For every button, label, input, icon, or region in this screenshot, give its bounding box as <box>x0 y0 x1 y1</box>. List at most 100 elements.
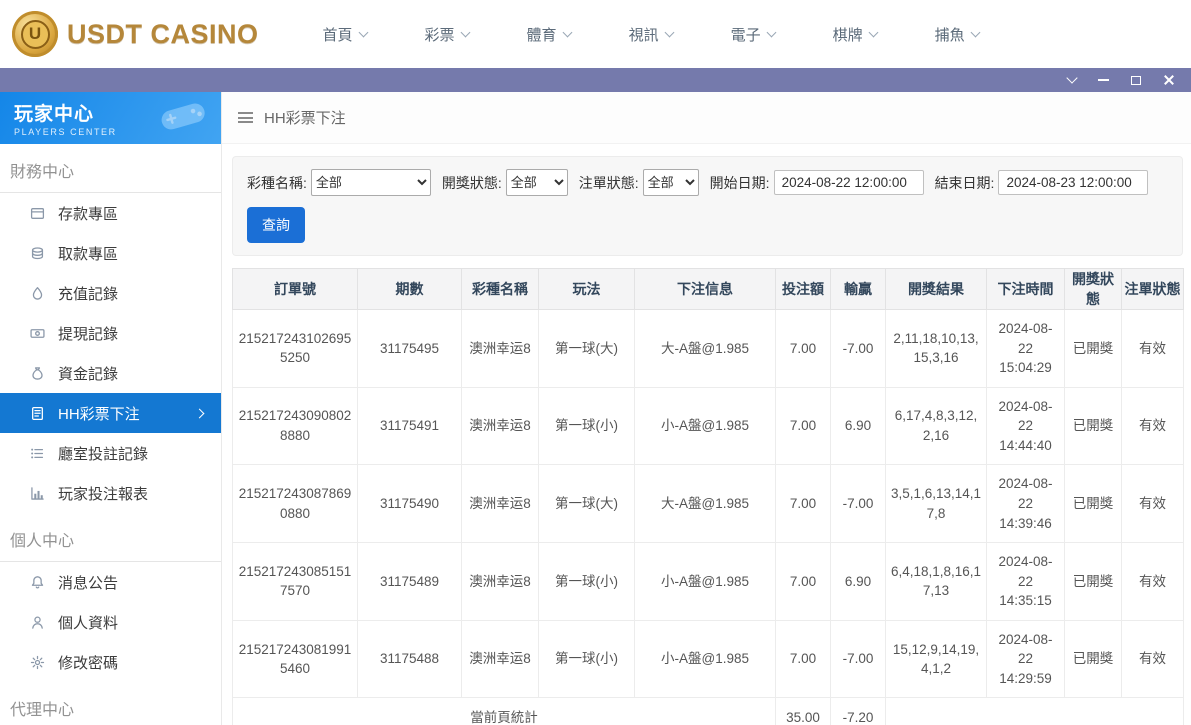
chevron-down-icon <box>766 27 776 37</box>
bet-info-cell: 小-A盤@1.985 <box>635 620 776 698</box>
sidebar-item-player-bet-report[interactable]: 玩家投注報表 <box>0 473 221 513</box>
column-header-time: 下注時間 <box>987 269 1065 310</box>
sidebar-item-label: 取款專區 <box>58 243 118 264</box>
bet-info-cell: 小-A盤@1.985 <box>635 387 776 465</box>
maximize-icon[interactable] <box>1131 76 1141 85</box>
page-summary-empty <box>886 698 1184 725</box>
page-title: HH彩票下注 <box>264 107 346 128</box>
amount-cell: 7.00 <box>776 387 831 465</box>
lottery-cell: 澳洲幸运8 <box>462 310 539 388</box>
sidebar-item-cashout-record[interactable]: 提現記錄 <box>0 313 221 353</box>
sidebar-item-funds-record[interactable]: 資金記錄 <box>0 353 221 393</box>
play-cell: 第一球(小) <box>539 543 635 621</box>
draw-status-label: 開獎狀態: <box>442 173 502 193</box>
lottery-cell: 澳洲幸运8 <box>462 387 539 465</box>
result-cell: 6,17,4,8,3,12,2,16 <box>886 387 987 465</box>
main-menu: 首頁 彩票 體育 視訊 電子 棋牌 捕魚 <box>323 24 979 45</box>
sidebar-item-deposit[interactable]: 存款專區 <box>0 193 221 233</box>
game-controller-icon <box>155 98 211 139</box>
column-header-order: 訂單號 <box>233 269 358 310</box>
order-status-cell: 有效 <box>1122 310 1184 388</box>
person-icon <box>30 615 45 630</box>
start-date-input[interactable] <box>774 170 924 195</box>
draw-status-cell: 已開獎 <box>1065 620 1122 698</box>
menu-item-electronic[interactable]: 電子 <box>731 24 775 45</box>
table-row: 2152172431026955250 31175495 澳洲幸运8 第一球(大… <box>233 310 1184 388</box>
amount-cell: 7.00 <box>776 465 831 543</box>
menu-item-fishing[interactable]: 捕魚 <box>935 24 979 45</box>
page-summary-label: 當前頁統計 <box>233 698 776 725</box>
deposit-icon <box>30 206 45 221</box>
time-cell: 2024-08-22 15:04:29 <box>987 310 1065 388</box>
menu-item-video[interactable]: 視訊 <box>629 24 673 45</box>
logo[interactable]: U USDT CASINO <box>12 11 259 57</box>
top-navbar: U USDT CASINO 首頁 彩票 體育 視訊 電子 棋牌 捕魚 <box>0 0 1191 68</box>
sidebar-item-recharge-record[interactable]: 充值記錄 <box>0 273 221 313</box>
breadcrumb: HH彩票下注 <box>222 92 1191 144</box>
draw-status-select[interactable]: 全部 <box>506 169 568 196</box>
list-icon <box>30 446 45 461</box>
gear-icon <box>30 655 45 670</box>
menu-item-lottery[interactable]: 彩票 <box>425 24 469 45</box>
end-date-label: 結束日期: <box>935 173 995 193</box>
play-cell: 第一球(小) <box>539 620 635 698</box>
lottery-name-label: 彩種名稱: <box>247 173 307 193</box>
sidebar-item-label: 提現記錄 <box>58 323 118 344</box>
page-summary-amount: 35.00 <box>776 698 831 725</box>
collapse-chevron-icon[interactable] <box>1066 72 1077 83</box>
column-header-amount: 投注額 <box>776 269 831 310</box>
window-titlebar <box>0 68 1191 92</box>
column-header-result: 開獎結果 <box>886 269 987 310</box>
lottery-cell: 澳洲幸运8 <box>462 620 539 698</box>
order-cell: 2152172431026955250 <box>233 310 358 388</box>
droplet-icon <box>30 286 45 301</box>
menu-item-sports[interactable]: 體育 <box>527 24 571 45</box>
sidebar-item-hall-bet-records[interactable]: 廳室投註記錄 <box>0 433 221 473</box>
hamburger-menu-icon[interactable] <box>238 112 253 123</box>
query-button[interactable]: 查詢 <box>247 207 305 243</box>
column-header-period: 期數 <box>358 269 462 310</box>
time-cell: 2024-08-22 14:39:46 <box>987 465 1065 543</box>
end-date-input[interactable] <box>998 170 1148 195</box>
minimize-icon[interactable] <box>1098 79 1109 81</box>
menu-item-label: 棋牌 <box>833 24 863 45</box>
menu-item-boardgames[interactable]: 棋牌 <box>833 24 877 45</box>
menu-item-home[interactable]: 首頁 <box>323 24 367 45</box>
amount-cell: 7.00 <box>776 310 831 388</box>
sidebar-item-label: 消息公告 <box>58 572 118 593</box>
lottery-cell: 澳洲幸运8 <box>462 465 539 543</box>
sidebar-item-hh-lottery-bet[interactable]: HH彩票下注 <box>0 393 221 433</box>
column-header-win: 輸贏 <box>831 269 886 310</box>
coin-letter: U <box>21 20 50 49</box>
play-cell: 第一球(小) <box>539 387 635 465</box>
lottery-name-select[interactable]: 全部 <box>311 169 431 196</box>
close-icon[interactable] <box>1163 74 1175 86</box>
lottery-cell: 澳洲幸运8 <box>462 543 539 621</box>
sidebar-item-withdraw[interactable]: 取款專區 <box>0 233 221 273</box>
money-bag-icon <box>30 366 45 381</box>
time-cell: 2024-08-22 14:44:40 <box>987 387 1065 465</box>
time-cell: 2024-08-22 14:35:15 <box>987 543 1065 621</box>
period-cell: 31175488 <box>358 620 462 698</box>
sidebar-item-change-password[interactable]: 修改密碼 <box>0 642 221 682</box>
sidebar-item-profile[interactable]: 個人資料 <box>0 602 221 642</box>
sidebar-item-announcements[interactable]: 消息公告 <box>0 562 221 602</box>
coins-icon <box>30 246 45 261</box>
draw-status-cell: 已開獎 <box>1065 310 1122 388</box>
chevron-down-icon <box>358 27 368 37</box>
result-cell: 2,11,18,10,13,15,3,16 <box>886 310 987 388</box>
chevron-right-icon <box>195 408 205 418</box>
table-row: 2152172430908028880 31175491 澳洲幸运8 第一球(小… <box>233 387 1184 465</box>
draw-status-cell: 已開獎 <box>1065 465 1122 543</box>
bell-icon <box>30 575 45 590</box>
bet-info-cell: 大-A盤@1.985 <box>635 310 776 388</box>
order-cell: 2152172430851517570 <box>233 543 358 621</box>
chevron-down-icon <box>970 27 980 37</box>
sidebar-item-label: 充值記錄 <box>58 283 118 304</box>
order-status-select[interactable]: 全部 <box>643 169 699 196</box>
menu-item-label: 視訊 <box>629 24 659 45</box>
play-cell: 第一球(大) <box>539 310 635 388</box>
sidebar-item-label: 個人資料 <box>58 612 118 633</box>
filter-row: 彩種名稱: 全部 開獎狀態: 全部 注單狀態: 全部 開始日期: 結束日期: <box>247 169 1170 196</box>
sidebar-item-label: 存款專區 <box>58 203 118 224</box>
